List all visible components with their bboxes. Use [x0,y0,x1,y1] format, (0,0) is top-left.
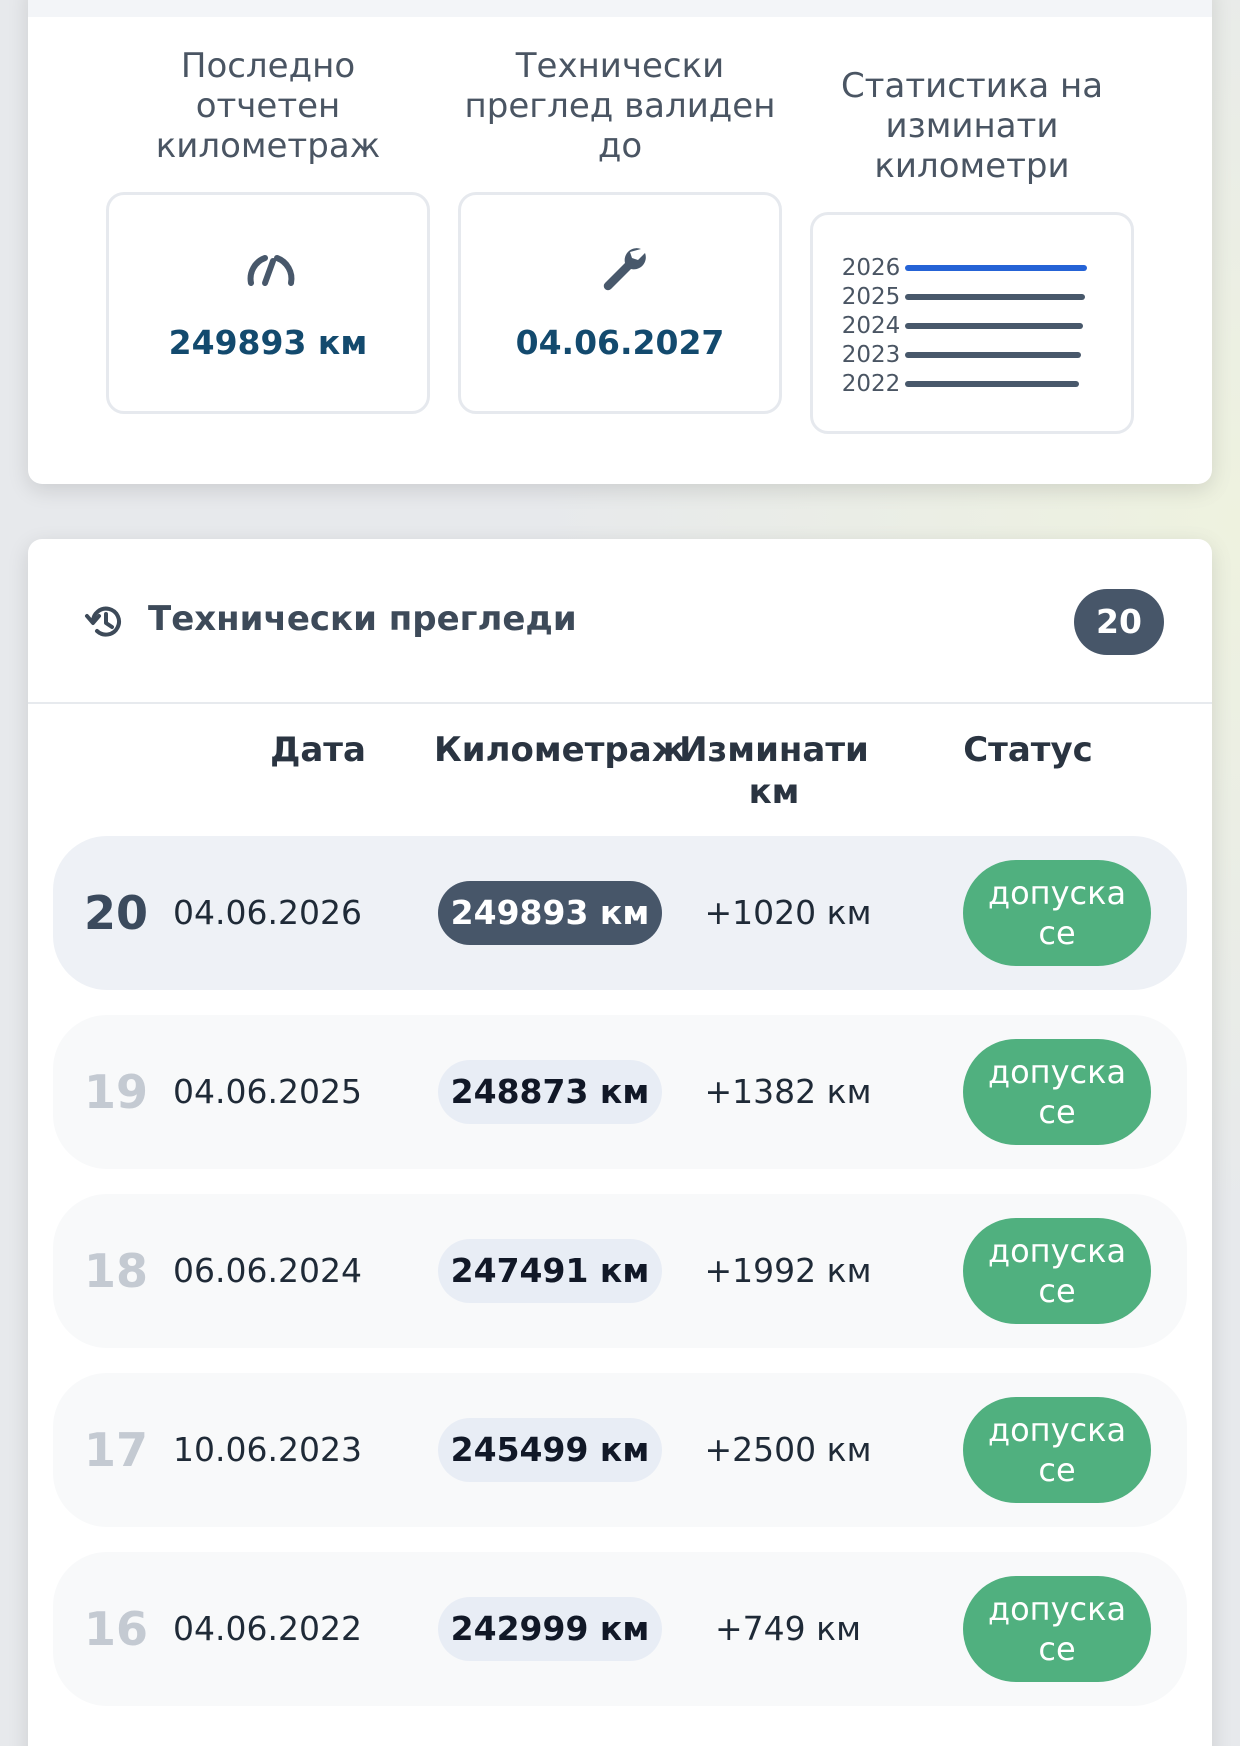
inspections-header: Технически прегледи 20 [28,539,1212,704]
inspection-box[interactable]: 04.06.2027 [458,192,782,414]
row-diff: +1020 км [704,893,872,932]
row-diff: +1992 км [704,1251,872,1290]
inspections-count-badge: 20 [1074,589,1164,655]
mini-chart-bar [905,322,1083,329]
row-mileage-pill: 247491 км [438,1239,662,1303]
mini-chart-row: 2024 [837,311,1113,340]
mini-chart-bar [905,351,1081,358]
row-mileage-pill: 248873 км [438,1060,662,1124]
mini-chart-year: 2023 [841,341,901,368]
column-header-diff: Изминати км [679,730,869,812]
row-status-badge: допуска се [963,860,1151,966]
row-diff: +1382 км [704,1072,872,1111]
mini-chart-bar [905,380,1079,387]
table-row[interactable]: 17 10.06.2023 245499 км +2500 км допуска се [53,1373,1187,1527]
row-mileage-pill: 242999 км [438,1597,662,1661]
row-number: 16 [83,1602,148,1656]
card-top-strip [28,0,1212,17]
row-date: 04.06.2026 [173,893,362,932]
table-row[interactable]: 18 06.06.2024 247491 км +1992 км допуска се [53,1194,1187,1348]
mini-chart-year: 2024 [841,312,901,339]
row-number: 19 [83,1065,148,1119]
row-number: 20 [83,886,148,940]
mileage-mini-chart: 2026 2025 2024 2023 2022 [837,253,1113,403]
speedometer-icon [247,255,295,286]
mini-chart-year: 2022 [841,370,901,397]
stats-label: Статистика на изминати километри [840,66,1104,186]
table-row[interactable]: 19 04.06.2025 248873 км +1382 км допуска се [53,1015,1187,1169]
row-diff: +749 км [715,1609,861,1648]
row-date: 04.06.2022 [173,1609,362,1648]
row-diff: +2500 км [704,1430,872,1469]
row-number: 18 [83,1244,148,1298]
row-date: 06.06.2024 [173,1251,362,1290]
mini-chart-bar [905,264,1087,271]
stats-box[interactable]: 2026 2025 2024 2023 2022 [810,212,1134,434]
mini-chart-bar [905,293,1085,300]
inspections-card: Технически прегледи 20 Дата Километраж И… [28,539,1212,1746]
vehicle-summary-card: Последно отчетен километраж 249893 км Те… [28,0,1212,484]
table-row[interactable]: 20 04.06.2026 249893 км +1020 км допуска се [53,836,1187,990]
history-icon [85,606,121,637]
row-mileage-pill: 245499 км [438,1418,662,1482]
mini-chart-row: 2025 [837,282,1113,311]
column-header-date: Дата [270,730,366,770]
inspections-title: Технически прегледи [148,599,577,639]
row-number: 17 [83,1423,148,1477]
column-header-status: Статус [963,730,1093,770]
row-status-badge: допуска се [963,1397,1151,1503]
row-mileage-pill: 249893 км [438,881,662,945]
row-date: 10.06.2023 [173,1430,362,1469]
mini-chart-year: 2026 [841,254,901,281]
mini-chart-row: 2026 [837,253,1113,282]
wrench-icon [603,248,646,291]
inspection-value: 04.06.2027 [515,323,725,362]
row-status-badge: допуска се [963,1039,1151,1145]
row-status-badge: допуска се [963,1576,1151,1682]
mini-chart-row: 2023 [837,340,1113,369]
row-status-badge: допуска се [963,1218,1151,1324]
mini-chart-row: 2022 [837,369,1113,398]
row-date: 04.06.2025 [173,1072,362,1111]
table-row[interactable]: 16 04.06.2022 242999 км +749 км допуска се [53,1552,1187,1706]
inspection-label: Технически преглед валиден до [464,46,776,166]
mileage-box[interactable]: 249893 км [106,192,430,414]
mileage-value: 249893 км [168,323,368,362]
mileage-label: Последно отчетен километраж [155,46,381,166]
mini-chart-year: 2025 [841,283,901,310]
column-header-mileage: Километраж [434,730,686,770]
